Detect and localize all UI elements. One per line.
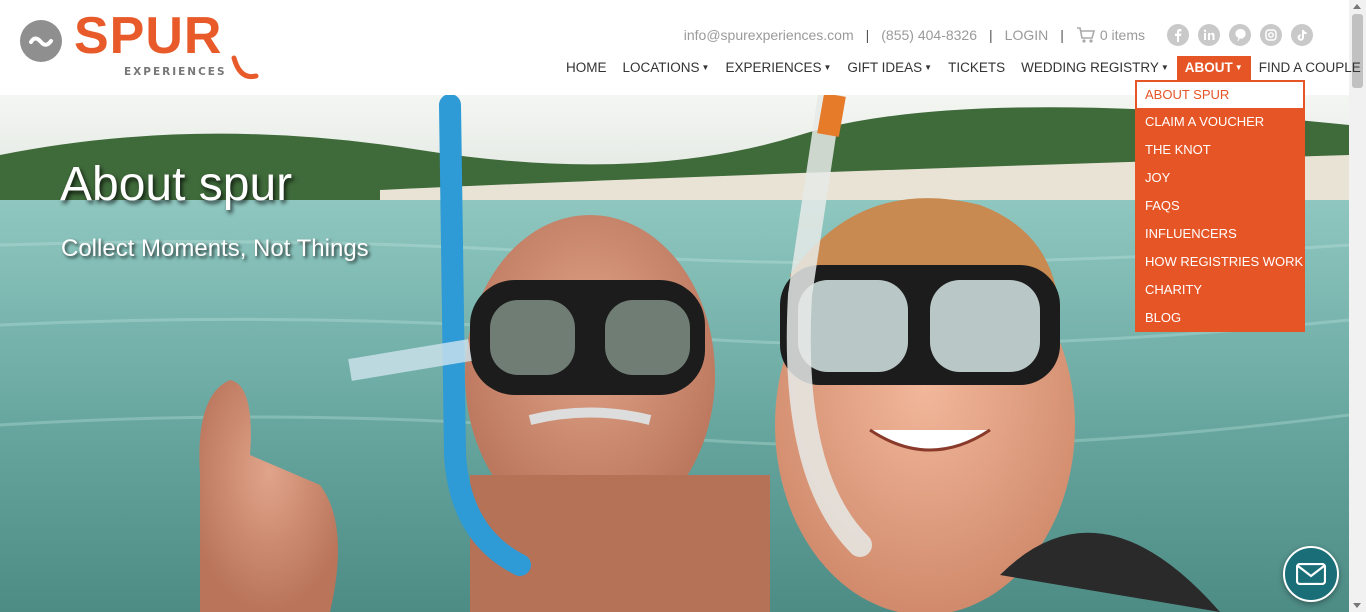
caret-down-icon: ▼ [701, 63, 710, 72]
separator: | [989, 27, 993, 43]
separator: | [1060, 27, 1064, 43]
scroll-down-arrow-icon[interactable] [1353, 603, 1361, 608]
mail-icon [1296, 563, 1326, 585]
nav-item-wedding-registry[interactable]: WEDDING REGISTRY ▼ [1013, 56, 1177, 80]
logo-swoosh-icon [231, 55, 259, 80]
menu-item-charity[interactable]: CHARITY [1135, 276, 1305, 304]
nav-label: FIND A COUPLE [1258, 60, 1361, 75]
nav-label: HOME [566, 60, 607, 75]
menu-item-faqs[interactable]: FAQS [1135, 192, 1305, 220]
caret-down-icon: ▼ [823, 63, 832, 72]
menu-item-about-spur[interactable]: ABOUT SPUR [1137, 82, 1303, 108]
main-nav: HOME LOCATIONS ▼ EXPERIENCES ▼ GIFT IDEAS ▼… [558, 56, 1366, 84]
nav-item-home[interactable]: HOME [558, 56, 615, 80]
cart-count: 0 items [1099, 27, 1145, 43]
menu-item-influencers[interactable]: INFLUENCERS [1135, 220, 1305, 248]
instagram-icon[interactable] [1260, 24, 1282, 46]
cart-link[interactable]: 0 items [1076, 26, 1145, 44]
facebook-icon[interactable] [1167, 24, 1189, 46]
separator: | [865, 27, 870, 43]
nav-label: ABOUT [1184, 60, 1233, 75]
caret-down-icon: ▼ [1234, 63, 1243, 72]
nav-item-experiences[interactable]: EXPERIENCES ▼ [717, 56, 839, 80]
menu-item-blog[interactable]: BLOG [1135, 304, 1305, 332]
menu-item-how-registries-work[interactable]: HOW REGISTRIES WORK [1135, 248, 1305, 276]
nav-item-gift-ideas[interactable]: GIFT IDEAS ▼ [839, 56, 940, 80]
menu-item-joy[interactable]: JOY [1135, 164, 1305, 192]
menu-item-the-knot[interactable]: THE KNOT [1135, 136, 1305, 164]
nav-item-tickets[interactable]: TICKETS [940, 56, 1013, 80]
nav-label: TICKETS [948, 60, 1006, 75]
chat-button[interactable] [1283, 546, 1339, 602]
nav-label: GIFT IDEAS [847, 60, 923, 75]
email-link[interactable]: info@spurexperiences.com [684, 27, 854, 43]
nav-item-find-a-couple[interactable]: FIND A COUPLE [1251, 56, 1366, 80]
pinterest-icon[interactable] [1229, 24, 1251, 46]
caret-down-icon: ▼ [924, 63, 933, 72]
spur-logo[interactable]: SPUR EXPERIENCES [20, 10, 260, 84]
nav-label: WEDDING REGISTRY [1021, 60, 1159, 75]
linkedin-icon[interactable] [1198, 24, 1220, 46]
hero-title: About spur [60, 158, 293, 211]
about-dropdown-menu: ABOUT SPUR CLAIM A VOUCHER THE KNOT JOY … [1135, 80, 1305, 332]
caret-down-icon: ▼ [1160, 63, 1169, 72]
tiktok-icon[interactable] [1291, 24, 1313, 46]
top-bar: info@spurexperiences.com | (855) 404-832… [684, 24, 1313, 46]
scroll-up-arrow-icon[interactable] [1353, 4, 1361, 9]
menu-item-claim-a-voucher[interactable]: CLAIM A VOUCHER [1135, 108, 1305, 136]
logo-wave-icon [20, 20, 62, 62]
cart-icon [1076, 27, 1095, 43]
nav-label: LOCATIONS [622, 60, 700, 75]
phone-link[interactable]: (855) 404-8326 [881, 27, 977, 43]
login-link[interactable]: LOGIN [1005, 27, 1049, 43]
nav-item-locations[interactable]: LOCATIONS ▼ [615, 56, 718, 80]
social-links [1167, 24, 1313, 46]
hero-subtitle: Collect Moments, Not Things [61, 235, 369, 262]
page-scrollbar[interactable] [1349, 0, 1366, 612]
nav-label: EXPERIENCES [725, 60, 822, 75]
